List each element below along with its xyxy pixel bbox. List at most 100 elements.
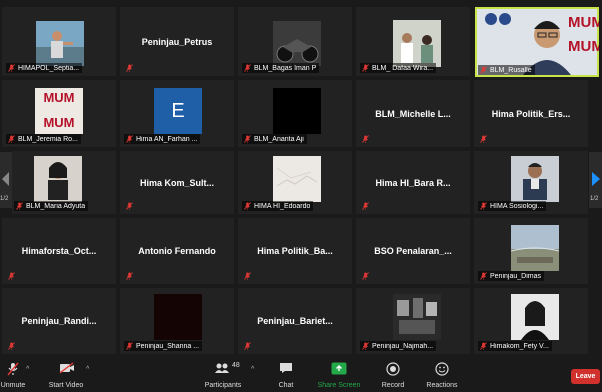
participant-video [273, 21, 321, 66]
participant-video [393, 294, 441, 340]
caret-up-icon[interactable]: ^ [251, 366, 254, 373]
participant-tile[interactable]: HIMA HI_Edoardo [238, 151, 352, 214]
participant-tile[interactable]: BSO Penalaran_... [356, 218, 470, 284]
microphone-muted-icon [8, 272, 15, 280]
arrow-right-icon [592, 172, 600, 186]
participant-tile[interactable]: BLM_Michelle L... [356, 80, 470, 147]
microphone-muted-icon [244, 202, 251, 210]
participant-tile[interactable]: Peninjau_Bariet... [238, 288, 352, 354]
participant-logo: MUM MUM [35, 88, 83, 134]
participant-tile[interactable]: BLM_Bagas Iman P [238, 7, 352, 76]
participant-name: Himaforsta_Oct... [21, 246, 97, 256]
microphone-muted-icon [126, 135, 133, 143]
participant-name-label: Peninjau_Najmah... [360, 341, 437, 351]
unmute-button[interactable]: Unmute [0, 356, 26, 392]
participant-avatar: E [154, 88, 202, 134]
participant-tile[interactable]: E Hima AN_Farhan ... [120, 80, 234, 147]
participant-video [273, 156, 321, 202]
microphone-muted-icon [480, 135, 487, 143]
participant-video [511, 225, 559, 271]
caret-up-icon[interactable]: ^ [86, 366, 89, 373]
arrow-left-icon [2, 172, 9, 186]
microphone-muted-icon [362, 64, 369, 72]
participant-name: BSO Penalaran_... [374, 246, 452, 256]
participant-tile[interactable]: Peninjau_Randi... [2, 288, 116, 354]
participant-tile[interactable]: Hima Politik_Ers... [474, 80, 588, 147]
participant-name-label: BLM_Bagas Iman P [242, 63, 320, 73]
microphone-muted-icon [362, 202, 369, 210]
participant-tile[interactable]: Peninjau_Najmah... [356, 288, 470, 354]
microphone-muted-icon [244, 272, 251, 280]
microphone-muted-icon [126, 202, 133, 210]
participant-name-label: HIMAPOL_Septia... [6, 63, 83, 73]
participant-tile[interactable]: BLM_Ananta Aji [238, 80, 352, 147]
microphone-muted-icon [362, 135, 369, 143]
participant-name: Hima Politik_Ers... [491, 108, 571, 119]
participant-name-label: HIMA HI_Edoardo [242, 201, 314, 211]
microphone-muted-icon [8, 64, 15, 72]
participant-name-label: BLM_Ananta Aji [242, 134, 307, 144]
participant-video [393, 20, 441, 67]
previous-page-button[interactable]: 1/2 [0, 152, 12, 208]
microphone-muted-icon [7, 362, 19, 376]
participant-tile[interactable]: Himakom_Fety V... [474, 288, 588, 354]
participant-tile[interactable]: Antonio Fernando [120, 218, 234, 284]
microphone-muted-icon [8, 342, 15, 350]
participant-tile[interactable]: BLM_ Dafaa Wira... [356, 7, 470, 76]
participant-tile[interactable]: Hima Kom_Sult... [120, 151, 234, 214]
record-button[interactable]: Record [378, 356, 408, 392]
participants-icon [215, 363, 229, 373]
participant-tile-active-speaker[interactable]: MUM MUM BLM_Rusalle [475, 7, 599, 77]
participant-name-label: BLM_Rusalle [478, 65, 535, 75]
participants-count: 48 [232, 362, 240, 369]
video-off-icon [59, 362, 74, 374]
microphone-muted-icon [126, 272, 133, 280]
microphone-muted-icon [126, 64, 133, 72]
participant-tile[interactable]: Peninjau_Dimas [474, 218, 588, 284]
participant-name: Hima HI_Bara R... [375, 177, 451, 188]
participant-name-label: BLM_Maria Adyuta [14, 201, 89, 211]
share-screen-icon [331, 362, 347, 375]
participant-video-dark [154, 294, 202, 340]
participant-tile[interactable]: Hima HI_Bara R... [356, 151, 470, 214]
page-indicator: 1/2 [590, 196, 599, 202]
participant-name: Hima Politik_Ba... [257, 246, 333, 256]
participant-name: Peninjau_Bariet... [257, 316, 333, 326]
participant-name-label: Peninjau_Shanna ... [124, 341, 203, 351]
participant-tile[interactable]: HIMAPOL_Septia... [2, 7, 116, 76]
next-page-button[interactable]: 1/2 [589, 152, 602, 208]
participant-video-black [273, 88, 321, 134]
participant-tile[interactable]: Peninjau_Petrus [120, 7, 234, 76]
participant-tile[interactable]: Peninjau_Shanna ... [120, 288, 234, 354]
microphone-muted-icon [244, 342, 251, 350]
microphone-muted-icon [362, 342, 369, 350]
reactions-icon [435, 362, 449, 376]
participant-name-label: Peninjau_Dimas [478, 271, 544, 281]
microphone-muted-icon [362, 272, 369, 280]
participant-tile[interactable]: Hima Politik_Ba... [238, 218, 352, 284]
microphone-muted-icon [480, 66, 487, 74]
participant-tile[interactable]: Himaforsta_Oct... [2, 218, 116, 284]
participant-name-label: HIMA Sosiologi... [478, 201, 547, 211]
participant-name: Hima Kom_Sult... [139, 177, 214, 188]
participant-tile[interactable]: BLM_Maria Adyuta [12, 151, 116, 214]
participant-tile[interactable]: HIMA Sosiologi... [474, 151, 588, 214]
participant-video [511, 294, 559, 340]
start-video-button[interactable]: Start Video [44, 356, 88, 392]
reactions-button[interactable]: Reactions [424, 356, 460, 392]
participant-name-label: Hima AN_Farhan ... [124, 134, 201, 144]
participant-tile[interactable]: MUM MUM BLM_Jeremia Ro... [2, 80, 116, 147]
microphone-muted-icon [480, 342, 487, 350]
microphone-muted-icon [244, 135, 251, 143]
participant-video [34, 156, 82, 202]
participant-name: Antonio Fernando [138, 246, 216, 256]
participant-video [36, 21, 84, 66]
page-indicator: 1/2 [0, 196, 9, 202]
chat-button[interactable]: Chat [272, 356, 300, 392]
share-screen-button[interactable]: Share Screen [316, 356, 362, 392]
meeting-toolbar: Unmute ^ Start Video ^ Participants 48 ^… [0, 356, 602, 392]
chat-icon [280, 363, 292, 373]
caret-up-icon[interactable]: ^ [26, 366, 29, 373]
leave-button[interactable]: Leave [571, 369, 600, 384]
participant-video [511, 156, 559, 202]
